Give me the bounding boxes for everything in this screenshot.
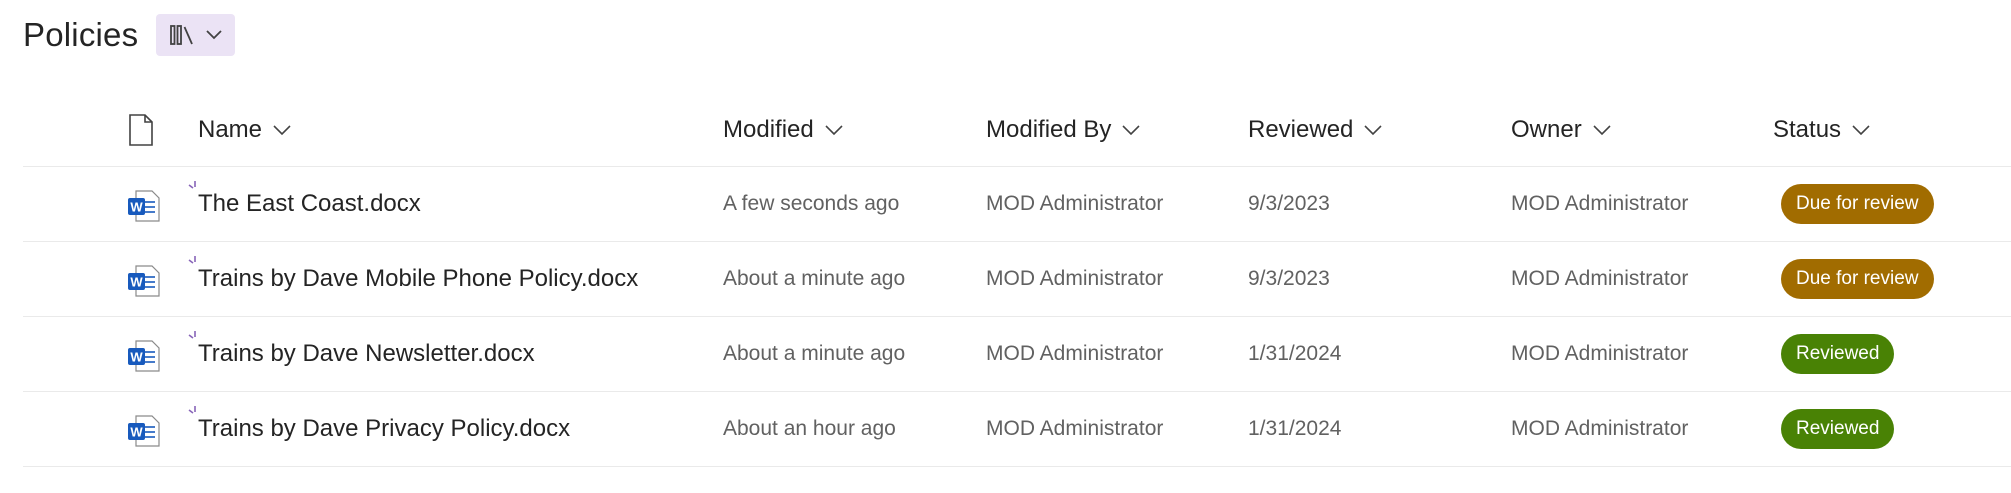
status-badge: Reviewed: [1781, 409, 1895, 449]
column-header-label: Modified: [723, 116, 814, 143]
modified-cell: About a minute ago: [723, 342, 906, 365]
file-name-link[interactable]: Trains by Dave Newsletter.docx: [198, 317, 535, 391]
column-header-label: Owner: [1511, 116, 1582, 143]
view-switcher-button[interactable]: [156, 14, 236, 56]
status-cell: Due for review: [1781, 167, 1934, 241]
document-library-page: Policies Name Modified Modified By Revie…: [0, 0, 2011, 493]
svg-text:W: W: [130, 275, 143, 290]
svg-text:W: W: [130, 350, 143, 365]
modified-by-cell: MOD Administrator: [986, 342, 1164, 365]
table-row[interactable]: W Trains by Dave Mobile Phone Policy.doc…: [23, 242, 2011, 317]
column-header-reviewed[interactable]: Reviewed: [1248, 113, 1383, 147]
chevron-down-icon: [205, 29, 223, 41]
reviewed-cell: 9/3/2023: [1248, 267, 1330, 290]
file-name-link[interactable]: The East Coast.docx: [198, 167, 421, 241]
library-header: Policies: [23, 12, 236, 58]
owner-cell: MOD Administrator: [1511, 342, 1689, 365]
reviewed-cell: 1/31/2024: [1248, 342, 1342, 365]
modified-cell: About an hour ago: [723, 417, 896, 440]
owner-cell: MOD Administrator: [1511, 417, 1689, 440]
chevron-down-icon: [1363, 124, 1383, 136]
word-document-icon: W: [127, 339, 161, 373]
svg-text:W: W: [130, 200, 143, 215]
chevron-down-icon: [272, 124, 292, 136]
column-header-label: Modified By: [986, 116, 1112, 143]
word-document-icon: W: [127, 414, 161, 448]
column-header-modified[interactable]: Modified: [723, 113, 844, 147]
reviewed-cell: 9/3/2023: [1248, 192, 1330, 215]
owner-cell: MOD Administrator: [1511, 192, 1689, 215]
svg-text:W: W: [130, 425, 143, 440]
chevron-down-icon: [824, 124, 844, 136]
table-row[interactable]: W Trains by Dave Newsletter.docx About a…: [23, 317, 2011, 392]
owner-cell: MOD Administrator: [1511, 267, 1689, 290]
table-row[interactable]: W The East Coast.docx A few seconds ago …: [23, 167, 2011, 242]
modified-cell: About a minute ago: [723, 267, 906, 290]
status-badge: Due for review: [1781, 184, 1934, 224]
word-document-icon: W: [127, 189, 161, 223]
chevron-down-icon: [1592, 124, 1612, 136]
file-type-header-icon[interactable]: [128, 114, 154, 151]
chevron-down-icon: [1121, 124, 1141, 136]
column-header-name[interactable]: Name: [198, 113, 292, 147]
modified-by-cell: MOD Administrator: [986, 267, 1164, 290]
chevron-down-icon: [1851, 124, 1871, 136]
column-header-owner[interactable]: Owner: [1511, 113, 1612, 147]
status-badge: Due for review: [1781, 259, 1934, 299]
file-name-link[interactable]: Trains by Dave Mobile Phone Policy.docx: [198, 242, 638, 316]
library-view-icon: [169, 24, 195, 46]
status-cell: Reviewed: [1781, 392, 1895, 466]
column-header-modified-by[interactable]: Modified By: [986, 113, 1141, 147]
status-cell: Reviewed: [1781, 317, 1895, 391]
column-header-label: Name: [198, 116, 263, 143]
status-badge: Reviewed: [1781, 334, 1895, 374]
column-header-label: Reviewed: [1248, 116, 1354, 143]
table-row[interactable]: W Trains by Dave Privacy Policy.docx Abo…: [23, 392, 2011, 467]
column-header-status[interactable]: Status: [1773, 113, 1871, 147]
page-title: Policies: [23, 16, 139, 53]
word-document-icon: W: [127, 264, 161, 298]
column-header-label: Status: [1773, 116, 1842, 143]
modified-by-cell: MOD Administrator: [986, 192, 1164, 215]
modified-cell: A few seconds ago: [723, 192, 900, 215]
status-cell: Due for review: [1781, 242, 1934, 316]
reviewed-cell: 1/31/2024: [1248, 417, 1342, 440]
modified-by-cell: MOD Administrator: [986, 417, 1164, 440]
file-name-link[interactable]: Trains by Dave Privacy Policy.docx: [198, 392, 570, 466]
column-header-row: Name Modified Modified By Reviewed Owner: [23, 100, 2011, 167]
